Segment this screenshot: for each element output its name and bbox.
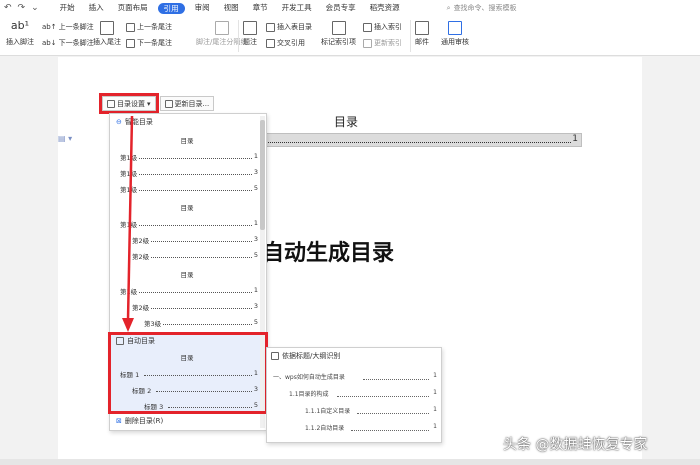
annotation-arrow	[122, 115, 134, 332]
watermark: 头条 @数据蛙恢复专家	[503, 437, 648, 453]
horizontal-scrollbar[interactable]	[0, 459, 700, 465]
